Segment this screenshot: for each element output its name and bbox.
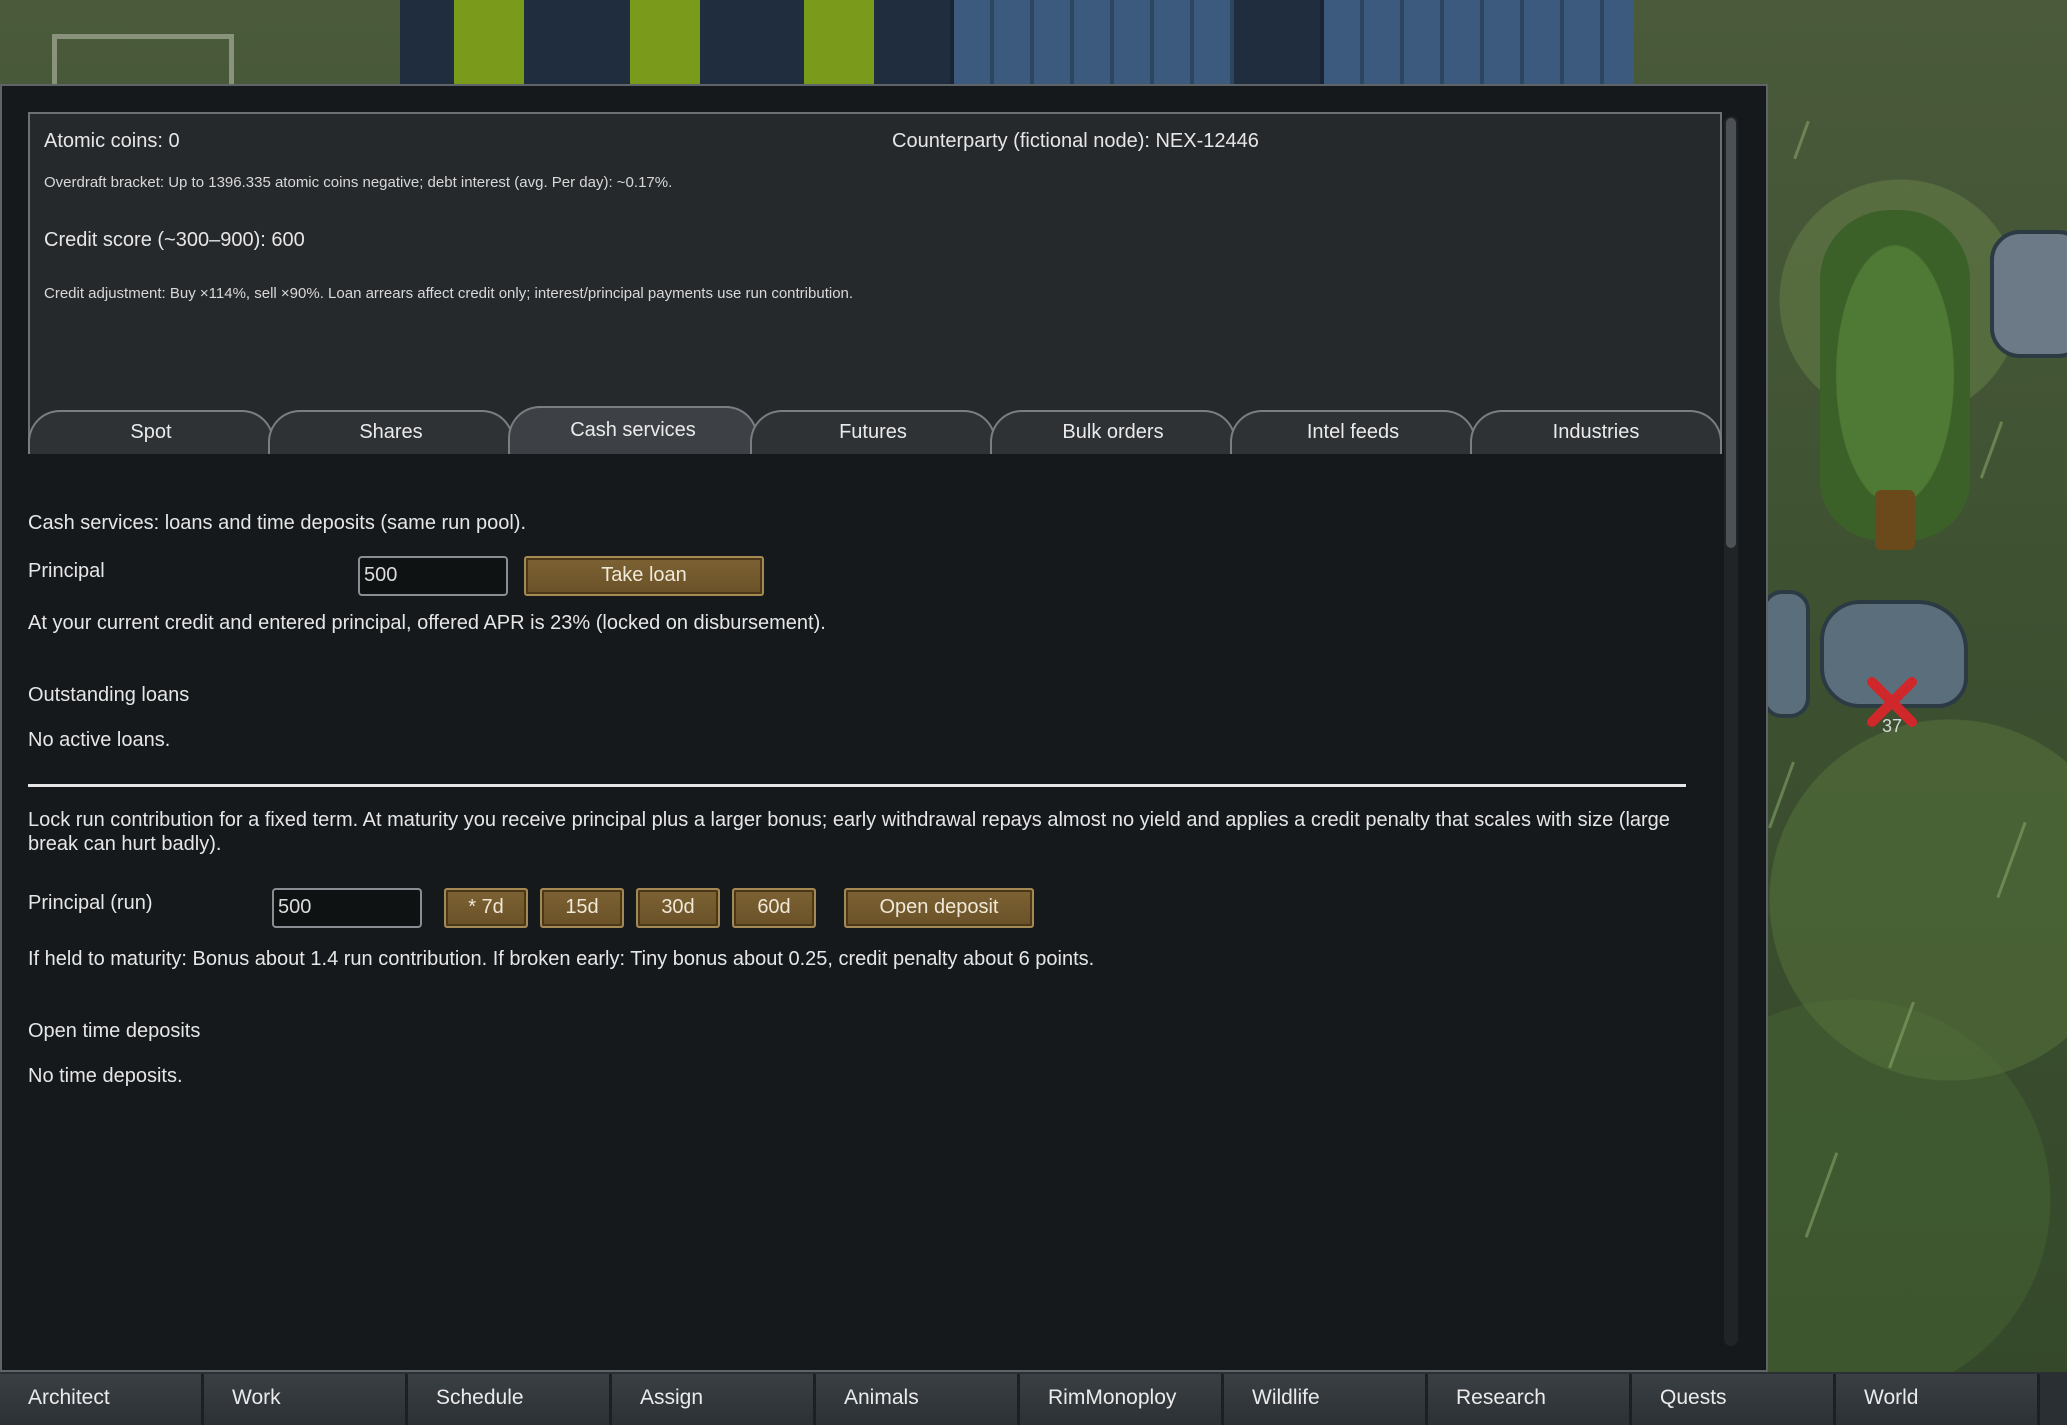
main-tab-world[interactable]: World [1836, 1374, 2040, 1425]
deposit-principal-label: Principal (run) [28, 892, 153, 914]
term-15d-button[interactable]: 15d [540, 888, 624, 928]
tab-bulk-orders[interactable]: Bulk orders [990, 410, 1236, 454]
grass [1793, 120, 1810, 160]
main-tab-rimmonoploy[interactable]: RimMonoploy [1020, 1374, 1224, 1425]
tab-futures[interactable]: Futures [750, 410, 996, 454]
grass [1979, 421, 2004, 479]
building-roof [400, 0, 1634, 84]
term-30d-button[interactable]: 30d [636, 888, 720, 928]
credit-adjustment: Credit adjustment: Buy ×114%, sell ×90%.… [44, 285, 854, 302]
counterparty: Counterparty (fictional node): NEX-12446 [892, 130, 1259, 152]
take-loan-button[interactable]: Take loan [524, 556, 764, 596]
cash-services-intro: Cash services: loans and time deposits (… [28, 512, 527, 534]
marker-count: 37 [1881, 716, 1903, 736]
main-tab-work[interactable]: Work [204, 1374, 408, 1425]
no-deposits-text: No time deposits. [28, 1065, 183, 1087]
main-tab-architect[interactable]: Architect [0, 1374, 204, 1425]
tab-industries[interactable]: Industries [1470, 410, 1722, 454]
tree-trunk [1875, 490, 1915, 550]
grass [1804, 1152, 1839, 1238]
maturity-note: If held to maturity: Bonus about 1.4 run… [28, 948, 1095, 970]
tab-shares[interactable]: Shares [268, 410, 514, 454]
main-tab-schedule[interactable]: Schedule [408, 1374, 612, 1425]
main-tab-quests[interactable]: Quests [1632, 1374, 1836, 1425]
main-tab-assign[interactable]: Assign [612, 1374, 816, 1425]
open-deposit-button[interactable]: Open deposit [844, 888, 1034, 928]
account-info-panel: Atomic coins: 0 Counterparty (fictional … [28, 112, 1722, 454]
main-tab-wildlife[interactable]: Wildlife [1224, 1374, 1428, 1425]
main-tab-research[interactable]: Research [1428, 1374, 1632, 1425]
main-tab-animals[interactable]: Animals [816, 1374, 1020, 1425]
tab-spot[interactable]: Spot [28, 410, 274, 454]
term-60d-button[interactable]: 60d [732, 888, 816, 928]
apr-note: At your current credit and entered princ… [28, 612, 826, 634]
open-deposits-header: Open time deposits [28, 1020, 201, 1042]
main-tab-bar: Architect Work Schedule Assign Animals R… [0, 1372, 2067, 1425]
grass [1996, 821, 2027, 899]
credit-score: Credit score (~300–900): 600 [44, 229, 305, 251]
tab-intel-feeds[interactable]: Intel feeds [1230, 410, 1476, 454]
solar-panel [1320, 0, 1634, 84]
atomic-coins: Atomic coins: 0 [44, 130, 180, 152]
tab-cash-services[interactable]: Cash services [508, 406, 758, 454]
loan-principal-input[interactable]: 500 [358, 556, 508, 596]
grass [1888, 1001, 1915, 1069]
section-divider [28, 784, 1686, 787]
green-wall-stripe [630, 0, 700, 84]
grass [1768, 761, 1795, 829]
rock [1762, 590, 1810, 718]
green-wall-stripe [804, 0, 874, 84]
outstanding-loans-header: Outstanding loans [28, 684, 190, 706]
green-wall-stripe [454, 0, 524, 84]
overdraft-info: Overdraft bracket: Up to 1396.335 atomic… [44, 174, 673, 191]
scrollbar-thumb[interactable] [1726, 118, 1736, 548]
tab-bar: Spot Shares Cash services Futures Bulk o… [28, 404, 1722, 454]
no-loans-text: No active loans. [28, 729, 171, 751]
solar-panel [950, 0, 1234, 84]
rock [1990, 230, 2067, 358]
term-7d-button[interactable]: * 7d [444, 888, 528, 928]
deposit-principal-input[interactable]: 500 [272, 888, 422, 928]
deposit-intro: Lock run contribution for a fixed term. … [28, 809, 1670, 855]
loan-principal-label: Principal [28, 560, 105, 582]
rimmonopoly-window: Atomic coins: 0 Counterparty (fictional … [0, 84, 1768, 1372]
